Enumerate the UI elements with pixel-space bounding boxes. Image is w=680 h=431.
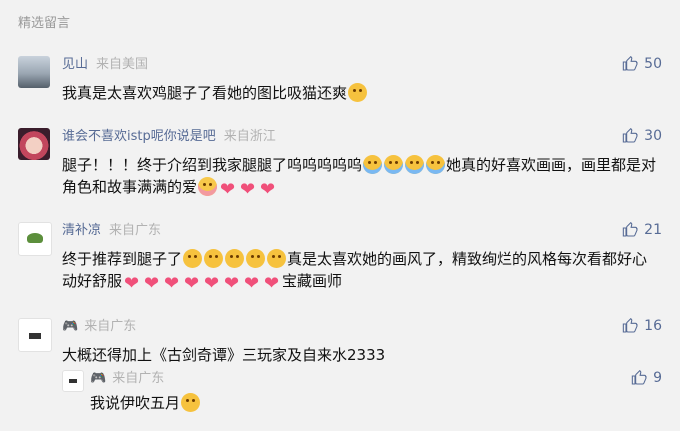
avatar[interactable]: [18, 318, 52, 352]
grin-emoji-icon: [246, 249, 266, 268]
comment-text: 我真是太喜欢鸡腿子了看她的图比吸猫还爽: [62, 82, 662, 104]
grin-emoji-icon: [204, 249, 224, 268]
heart-icon: ❤: [124, 273, 140, 294]
like-button[interactable]: 30: [622, 128, 662, 144]
commenter-name[interactable]: 见山: [62, 57, 88, 72]
section-title: 精选留言: [18, 16, 71, 31]
comment-location: 来自浙江: [223, 129, 276, 144]
comment-meta: 清补凉 来自广东: [62, 222, 161, 240]
crying-emoji-icon: [405, 155, 425, 174]
comment-text: 大概还得加上《古剑奇谭》三玩家及自来水2333: [62, 344, 662, 366]
comment-text: 终于推荐到腿子了 真是太喜欢她的画风了，精致绚烂的风格每次看都好心动好舒服 ❤ ❤ ❤ ❤…: [62, 248, 662, 294]
comment-location: 来自广东: [109, 223, 162, 238]
gamepad-icon: 🎮: [90, 371, 107, 386]
reply-text: 我说伊吹五月: [90, 392, 662, 414]
crying-emoji-icon: [426, 155, 446, 174]
grin-emoji-icon: [348, 83, 368, 102]
avatar[interactable]: [18, 128, 50, 160]
like-button[interactable]: 21: [622, 222, 662, 238]
heart-icon: ❤: [260, 179, 276, 200]
reply-meta: 🎮 来自广东: [90, 370, 164, 388]
like-button[interactable]: 16: [622, 318, 662, 334]
comment-text-part: 腿子！！！终于介绍到我家腿腿了呜呜呜呜呜: [62, 156, 363, 174]
avatar[interactable]: [18, 222, 52, 256]
like-button[interactable]: 50: [622, 56, 662, 72]
comment-location: 来自广东: [84, 319, 137, 334]
heart-icon: ❤: [264, 273, 280, 294]
avatar[interactable]: [18, 56, 50, 88]
commenter-name[interactable]: 谁会不喜欢istp呢你说是吧: [62, 129, 216, 144]
like-count: 9: [653, 370, 662, 386]
comment-text: 腿子！！！终于介绍到我家腿腿了呜呜呜呜呜 她真的好喜欢画画，画里都是对角色和故事满…: [62, 154, 662, 200]
crying-emoji-icon: [363, 155, 383, 174]
reply-text-part: 我说伊吹五月: [90, 394, 181, 412]
comment-meta: 见山 来自美国: [62, 56, 148, 74]
heart-icon: ❤: [224, 273, 240, 294]
thumb-up-icon: [622, 128, 638, 143]
thumb-up-icon: [622, 56, 638, 71]
comment-text-part: 终于推荐到腿子了: [62, 250, 183, 268]
heart-icon: ❤: [240, 179, 256, 200]
grin-emoji-icon: [183, 249, 203, 268]
heart-icon: ❤: [244, 273, 260, 294]
crying-emoji-icon: [384, 155, 404, 174]
comment-meta: 谁会不喜欢istp呢你说是吧 来自浙江: [62, 128, 276, 146]
avatar[interactable]: [62, 370, 84, 392]
heart-icon: ❤: [164, 273, 180, 294]
gamepad-icon: 🎮: [62, 319, 79, 334]
heart-icon: ❤: [184, 273, 200, 294]
thumb-up-icon: [631, 370, 647, 385]
heart-icon: ❤: [144, 273, 160, 294]
commenter-name[interactable]: 清补凉: [62, 223, 101, 238]
like-count: 16: [644, 318, 662, 334]
comment-text-part: 我真是太喜欢鸡腿子了看她的图比吸猫还爽: [62, 84, 348, 102]
reply-location: 来自广东: [112, 371, 165, 386]
grin-emoji-icon: [267, 249, 287, 268]
like-count: 50: [644, 56, 662, 72]
smile-emoji-icon: [181, 393, 201, 412]
heart-icon: ❤: [204, 273, 220, 294]
like-count: 21: [644, 222, 662, 238]
comment-text-part: 宝藏画师: [282, 272, 343, 290]
like-count: 30: [644, 128, 662, 144]
shy-emoji-icon: [198, 177, 218, 196]
thumb-up-icon: [622, 222, 638, 237]
comment-location: 来自美国: [96, 57, 149, 72]
grin-emoji-icon: [225, 249, 245, 268]
comment-text-part: 大概还得加上《古剑奇谭》三玩家及自来水2333: [62, 346, 386, 364]
thumb-up-icon: [622, 318, 638, 333]
comment-meta: 🎮 来自广东: [62, 318, 136, 336]
like-button[interactable]: 9: [631, 370, 662, 386]
heart-icon: ❤: [220, 179, 236, 200]
